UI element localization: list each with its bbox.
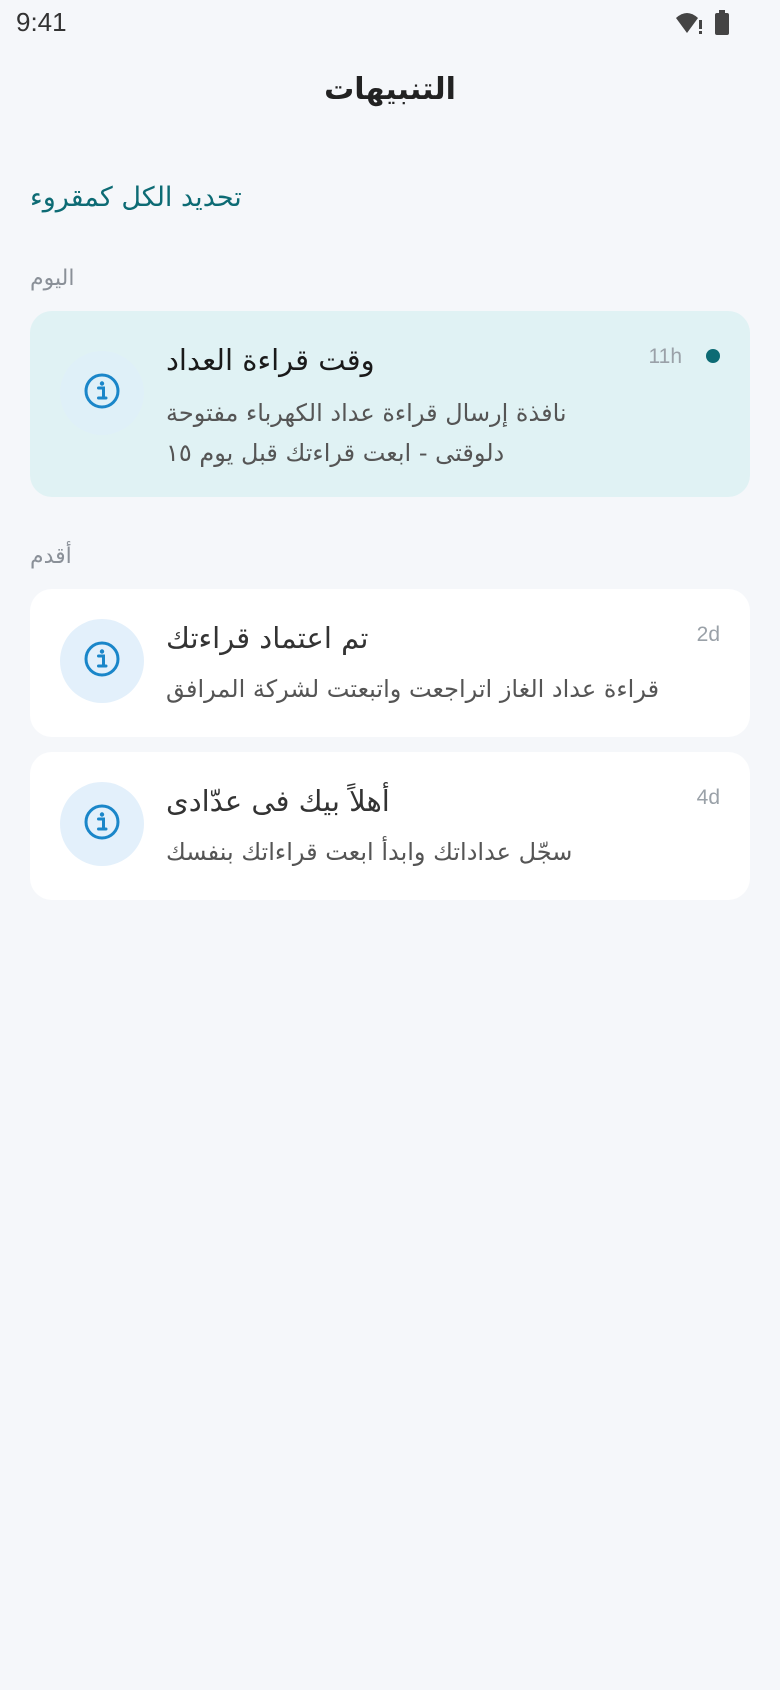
notification-body: سجّل عداداتك وابدأ ابعت قراءاتك بنفسك [166,832,646,872]
info-icon [83,803,121,845]
notification-time: 4d [696,786,720,809]
notification-body-line: دلوقتى - ابعت قراءتك قبل يوم ١٥ [166,439,505,467]
notification-time: 11h [648,345,682,368]
notification-title: تم اعتماد قراءتك [166,621,369,655]
notification-body: نافذة إرسال قراءة عداد الكهرباء مفتوحة د… [166,393,646,473]
status-icons [674,10,730,40]
info-icon [83,372,121,414]
page-title: التنبيهات [324,72,456,107]
status-time: 9:41 [16,7,67,37]
section-label-today: اليوم [30,266,75,291]
unread-dot [706,349,720,363]
mark-all-read-button[interactable]: تحديد الكل كمقروء [30,182,242,213]
notification-card[interactable]: وقت قراءة العداد نافذة إرسال قراءة عداد … [30,311,750,497]
info-icon [83,640,121,682]
wifi-alert-icon [674,11,704,39]
notification-card[interactable]: تم اعتماد قراءتك قراءة عداد الغاز اتراجع… [30,589,750,737]
notification-title: أهلاً بيك فى عدّادى [166,784,390,818]
notification-icon-wrap [60,782,144,866]
notification-card[interactable]: أهلاً بيك فى عدّادى سجّل عداداتك وابدأ ا… [30,752,750,900]
section-label-older: أقدم [30,544,72,569]
notification-body-line: سجّل عداداتك وابدأ ابعت قراءاتك بنفسك [166,838,573,866]
notification-body-line: قراءة عداد الغاز اتراجعت واتبعتت لشركة ا… [166,675,660,703]
notification-title: وقت قراءة العداد [166,343,375,377]
notification-icon-wrap [60,619,144,703]
battery-icon [714,10,730,40]
status-bar: 9:41 [0,0,780,48]
notification-body: قراءة عداد الغاز اتراجعت واتبعتت لشركة ا… [166,669,696,709]
notification-icon-wrap [60,351,144,435]
notification-body-line: نافذة إرسال قراءة عداد الكهرباء مفتوحة [166,399,567,427]
notification-time: 2d [696,623,720,646]
